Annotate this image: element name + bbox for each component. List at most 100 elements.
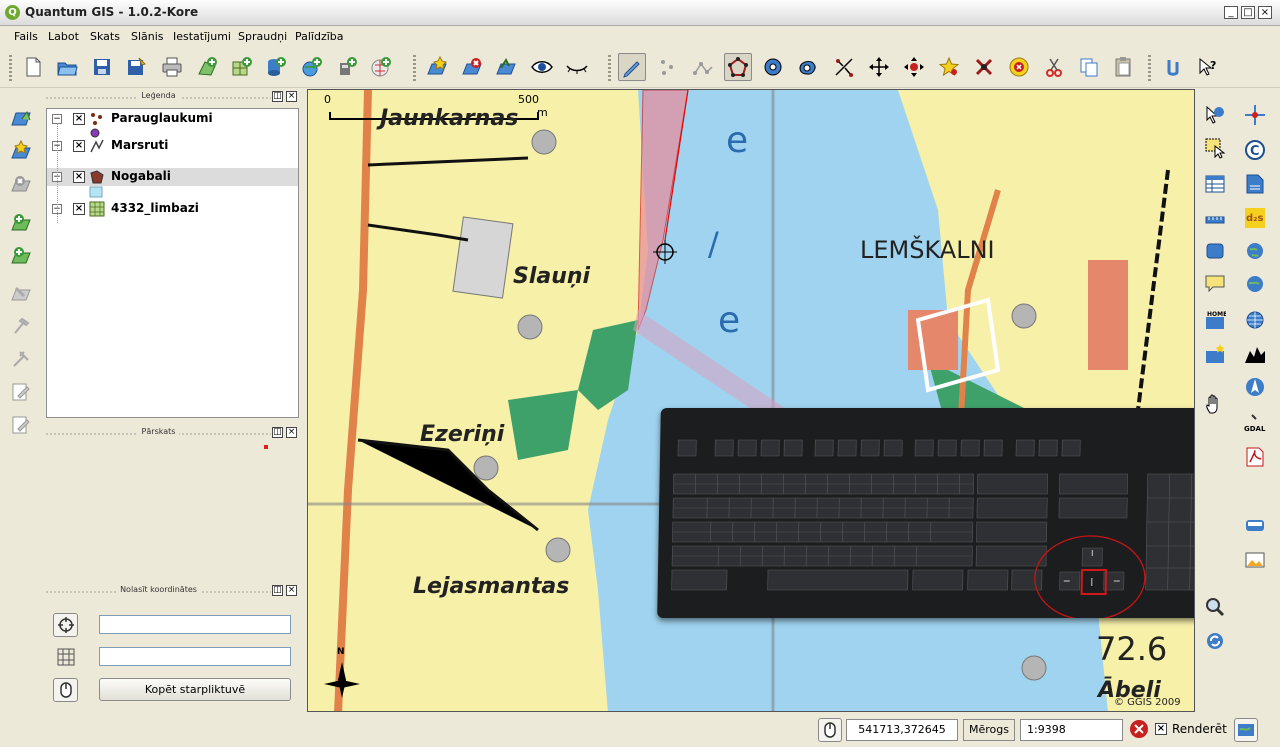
select-features-icon[interactable] — [1201, 134, 1229, 162]
delete-vertex-icon[interactable] — [970, 53, 998, 81]
coordinate-field-1[interactable] — [99, 615, 291, 634]
toggle-editing-icon[interactable] — [618, 53, 646, 81]
move-feature-icon[interactable] — [865, 53, 893, 81]
pan-hand-icon[interactable] — [1201, 390, 1229, 418]
legend-float-button[interactable]: ◫ — [272, 91, 283, 102]
projection-button[interactable] — [1234, 718, 1258, 742]
scale-input[interactable]: 1:9398 — [1020, 719, 1123, 741]
menu-spraudni[interactable]: Spraudņi — [238, 30, 287, 43]
identify-icon[interactable] — [1201, 101, 1229, 129]
coords-close-button[interactable]: × — [286, 585, 297, 596]
terrain-profile-icon[interactable] — [1241, 340, 1269, 368]
coordinate-field-2[interactable] — [99, 647, 291, 666]
globe-icon[interactable] — [1241, 237, 1269, 265]
legend-row-4332-limbazi[interactable]: − × 4332_limbazi — [47, 200, 298, 218]
measure-area-icon[interactable] — [1201, 237, 1229, 265]
open-project-icon[interactable] — [53, 53, 81, 81]
wms-globe-icon[interactable] — [1241, 306, 1269, 334]
add-vertex-icon[interactable] — [935, 53, 963, 81]
grey-tools-icon[interactable] — [7, 345, 35, 373]
mouse-tracking-button[interactable] — [53, 678, 78, 702]
menu-fails[interactable]: Fails — [14, 30, 38, 43]
legend-row-nogabali[interactable]: − × Nogabali — [47, 168, 298, 186]
add-raster-icon[interactable] — [228, 53, 256, 81]
globe-2-icon[interactable] — [1241, 270, 1269, 298]
grey-edit-2-icon[interactable] — [7, 411, 35, 439]
legend-row-parauglaukumi[interactable]: − × Parauglaukumi — [47, 110, 298, 128]
print-icon[interactable] — [158, 53, 186, 81]
grey-layer-tool-icon[interactable] — [7, 279, 35, 307]
add-wms-icon[interactable] — [298, 53, 326, 81]
overview-float-button[interactable]: ◫ — [272, 427, 283, 438]
minimize-button[interactable]: _ — [1224, 6, 1238, 19]
menu-palidziba[interactable]: Palīdzība — [295, 30, 344, 43]
map-tips-icon[interactable] — [1201, 270, 1229, 298]
layer-visibility-checkbox[interactable]: × — [73, 113, 85, 125]
north-arrow-plugin-icon[interactable] — [1241, 373, 1269, 401]
paste-features-icon[interactable] — [1109, 53, 1137, 81]
menu-iestatijumi[interactable]: Iestatījumi — [173, 30, 231, 43]
select-icon[interactable] — [1160, 53, 1188, 81]
image-icon[interactable] — [1241, 546, 1269, 574]
coords-float-button[interactable]: ◫ — [272, 585, 283, 596]
add-postgis-icon[interactable] — [262, 53, 290, 81]
copy-to-clipboard-button[interactable]: Kopēt starpliktuvē — [99, 678, 291, 701]
gdal-tools-icon[interactable]: GDAL — [1241, 410, 1269, 438]
refresh-icon[interactable] — [1201, 627, 1229, 655]
stop-render-icon[interactable] — [1130, 720, 1148, 738]
show-all-icon[interactable] — [528, 53, 556, 81]
capture-line-icon[interactable] — [689, 53, 717, 81]
add-spatialite-icon[interactable] — [333, 53, 361, 81]
measure-line-icon[interactable] — [1201, 205, 1229, 233]
move-vertex-icon[interactable] — [900, 53, 928, 81]
hide-all-icon[interactable] — [563, 53, 591, 81]
grey-hammer-icon[interactable] — [7, 312, 35, 340]
layer-visibility-checkbox[interactable]: × — [73, 203, 85, 215]
menu-labot[interactable]: Labot — [48, 30, 79, 43]
maximize-button[interactable]: □ — [1241, 6, 1255, 19]
save-document-icon[interactable] — [1241, 170, 1269, 198]
grey-edit-icon[interactable] — [7, 378, 35, 406]
layer-visibility-checkbox[interactable]: × — [73, 140, 85, 152]
map-canvas[interactable]: 0 500 m Jaunkarnas Slauņi LEMŠKALNI Ezer… — [307, 89, 1195, 712]
menu-skats[interactable]: Skats — [90, 30, 120, 43]
copy-features-icon[interactable] — [1075, 53, 1103, 81]
legend-close-button[interactable]: × — [286, 91, 297, 102]
toolbar-grip[interactable] — [413, 55, 416, 81]
delete-selected-icon[interactable] — [1005, 53, 1033, 81]
grid-crs-button[interactable] — [53, 645, 78, 669]
save-project-icon[interactable] — [88, 53, 116, 81]
copyright-label-icon[interactable]: C — [1241, 136, 1269, 164]
whats-this-icon[interactable]: ? — [1194, 53, 1222, 81]
toolbar-grip[interactable] — [608, 55, 611, 81]
menu-slanis[interactable]: Slānis — [131, 30, 164, 43]
add-layer-green-icon[interactable] — [7, 242, 35, 270]
home-star-icon[interactable] — [1201, 340, 1229, 368]
coordinate-capture-icon[interactable] — [1241, 101, 1269, 129]
new-layer-star-icon[interactable] — [7, 137, 35, 165]
layer-visibility-checkbox[interactable]: × — [73, 171, 85, 183]
save-as-icon[interactable] — [122, 53, 150, 81]
remove-layer-icon[interactable] — [458, 53, 486, 81]
bus-route-icon[interactable] — [1241, 512, 1269, 540]
pdf-export-icon[interactable] — [1241, 443, 1269, 471]
render-checkbox[interactable]: × — [1155, 723, 1167, 735]
capture-polygon-icon[interactable] — [724, 53, 752, 81]
cut-features-icon[interactable] — [1040, 53, 1068, 81]
legend-row-marsruti[interactable]: − × Marsruti — [47, 137, 298, 155]
toolbar-grip[interactable] — [1148, 55, 1151, 81]
capture-point-icon[interactable] — [653, 53, 681, 81]
add-wfs-icon[interactable] — [367, 53, 395, 81]
pick-coordinate-button[interactable] — [53, 613, 78, 637]
add-ring-icon[interactable] — [759, 53, 787, 81]
zoom-icon[interactable] — [1201, 593, 1229, 621]
add-layer-icon[interactable] — [492, 53, 520, 81]
add-vector-layer-icon[interactable] — [7, 104, 35, 132]
add-raster-layer-icon[interactable] — [7, 209, 35, 237]
attribute-table-icon[interactable] — [1201, 170, 1229, 198]
split-features-icon[interactable] — [830, 53, 858, 81]
overview-close-button[interactable]: × — [286, 427, 297, 438]
close-window-button[interactable]: × — [1258, 6, 1272, 19]
add-vector-icon[interactable] — [193, 53, 221, 81]
coordinate-toggle-button[interactable] — [818, 718, 842, 742]
